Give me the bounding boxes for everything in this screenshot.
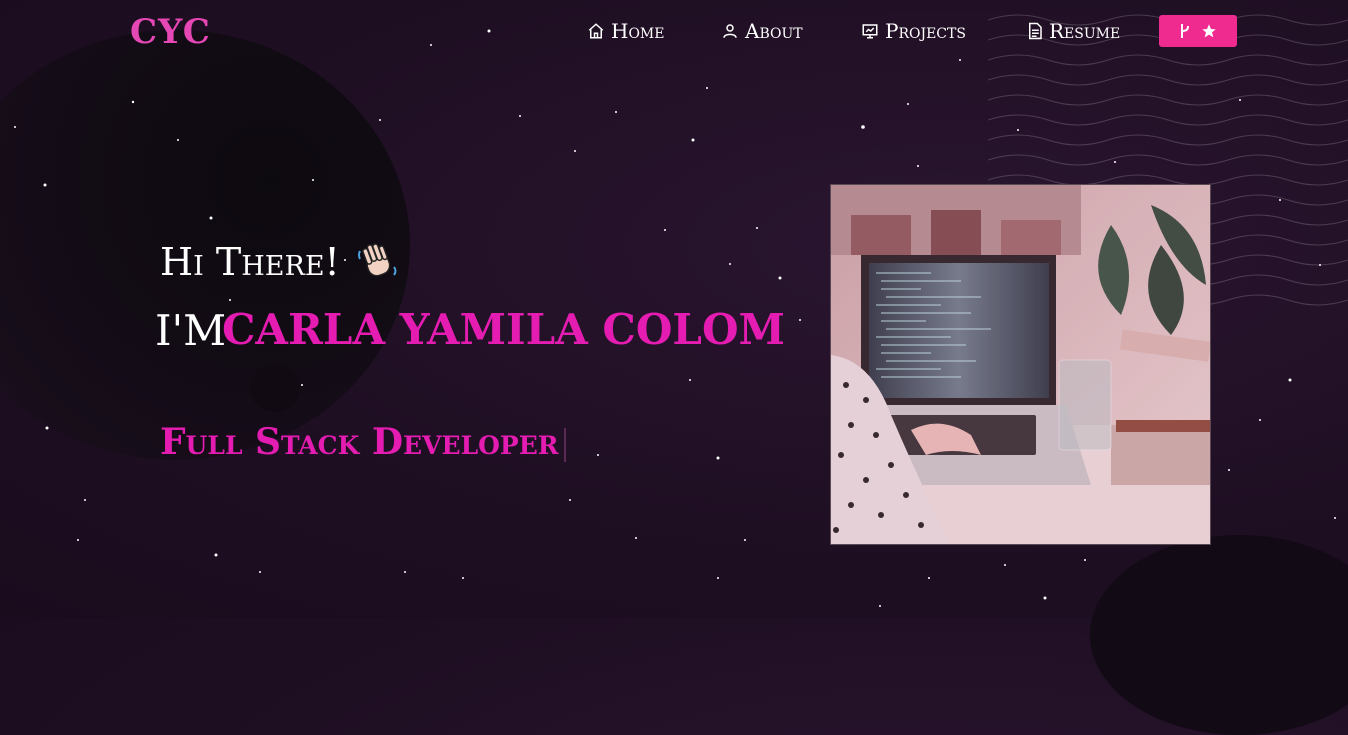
nav-item-resume[interactable]: Resume — [1027, 18, 1120, 44]
nav-item-label: Home — [611, 19, 665, 43]
home-icon — [588, 23, 604, 39]
nav-item-home[interactable]: Home — [587, 18, 664, 44]
nav-item-about[interactable]: About — [721, 18, 803, 44]
projects-icon — [862, 24, 878, 39]
nav-item-label: Resume — [1049, 19, 1121, 43]
fork-icon — [1181, 24, 1189, 38]
hero-greeting: Hi There! — [160, 240, 340, 284]
navbar: CYC Home About Projects Resume — [0, 0, 1348, 64]
hero-role: Full Stack Developer — [160, 421, 559, 463]
hero-image — [830, 184, 1211, 545]
user-icon — [723, 24, 737, 38]
hero-im-prefix: I'M — [155, 306, 227, 355]
star-icon — [1202, 24, 1216, 38]
nav-item-projects[interactable]: Projects — [861, 18, 966, 44]
nav-item-label: Projects — [885, 19, 966, 43]
waving-hand-icon — [358, 243, 397, 277]
typewriter-cursor — [564, 428, 566, 462]
nav-item-label: About — [745, 19, 803, 43]
hero-name: CARLA YAMILA COLOM — [222, 305, 786, 354]
document-icon — [1029, 22, 1042, 40]
site-logo[interactable]: CYC — [130, 12, 211, 52]
github-star-button[interactable] — [1159, 15, 1237, 47]
